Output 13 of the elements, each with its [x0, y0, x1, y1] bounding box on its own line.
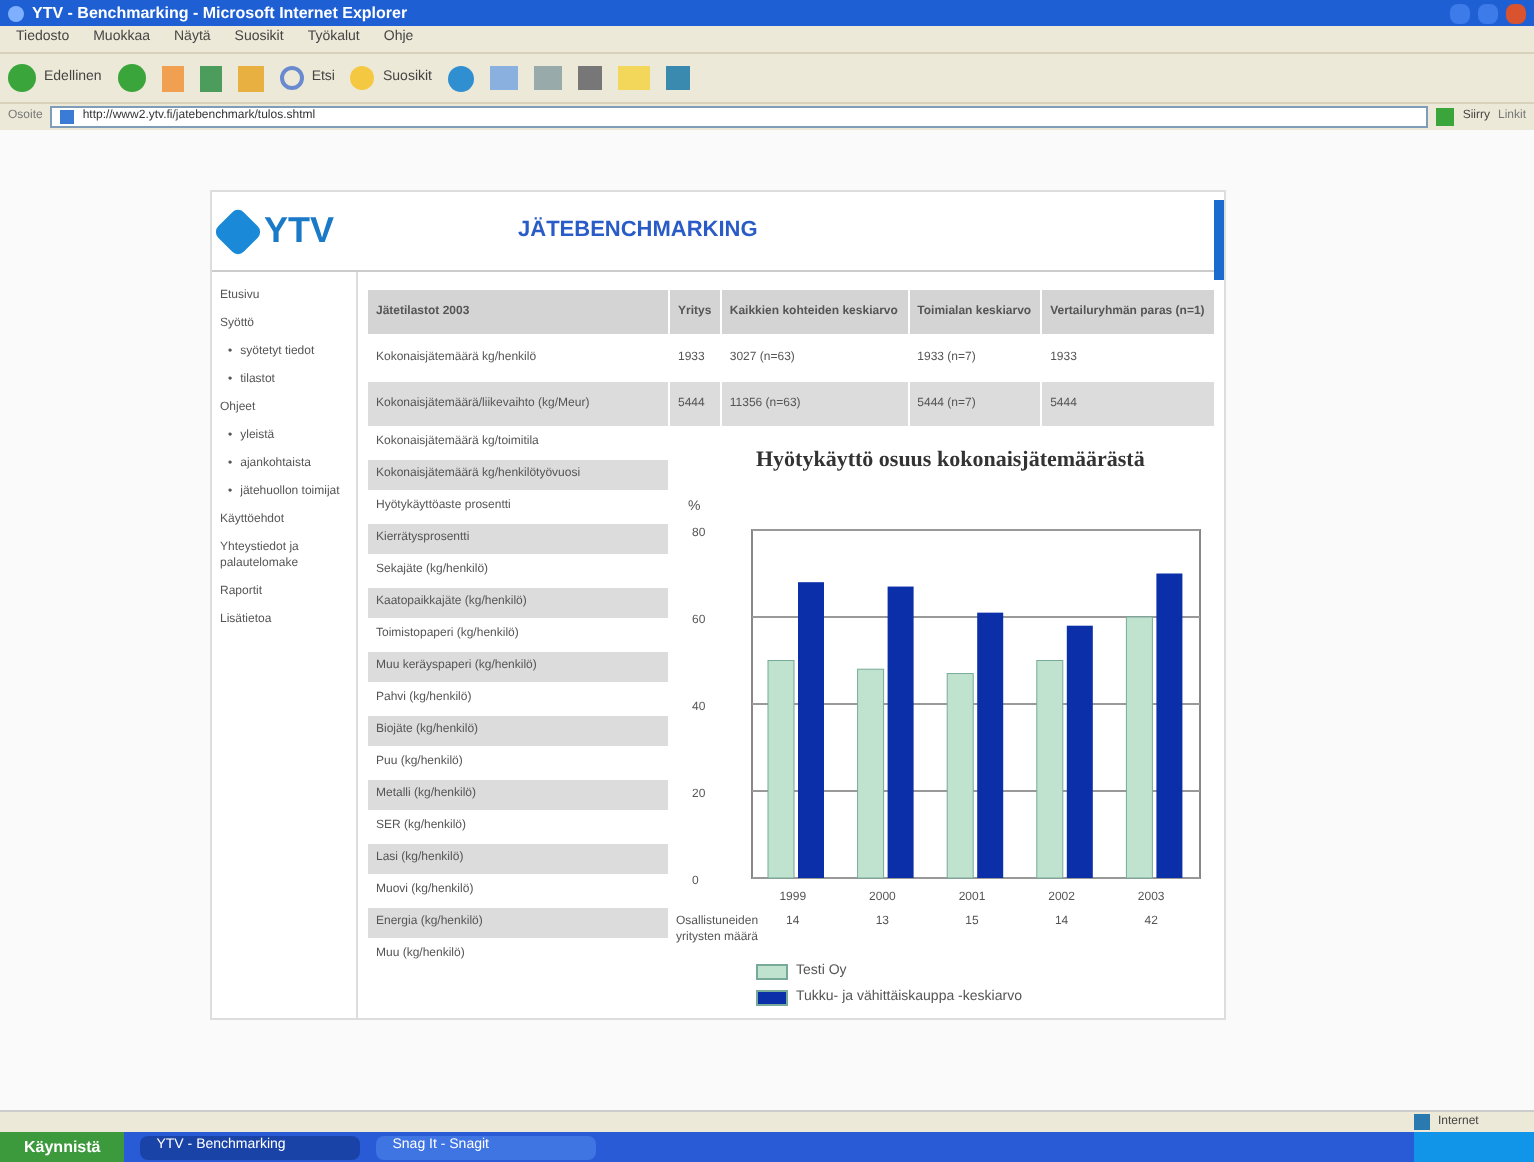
start-button[interactable]: Käynnistä [0, 1132, 125, 1162]
page-title: JÄTEBENCHMARKING [518, 215, 758, 247]
forward-button[interactable] [117, 64, 146, 92]
window-title: YTV - Benchmarking - Microsoft Internet Explorer [32, 1, 408, 25]
chart-title: Hyötykäyttö osuus kokonaisjätemäärästä [756, 446, 1145, 476]
logo: YTV [220, 204, 335, 258]
legend-swatch [756, 963, 788, 980]
app-icon [8, 5, 24, 21]
close-button[interactable] [1506, 3, 1526, 23]
minimize-button[interactable] [1450, 3, 1470, 23]
maximize-button[interactable] [1478, 3, 1498, 23]
legend-swatch [756, 990, 788, 1007]
tray [1414, 1132, 1534, 1162]
